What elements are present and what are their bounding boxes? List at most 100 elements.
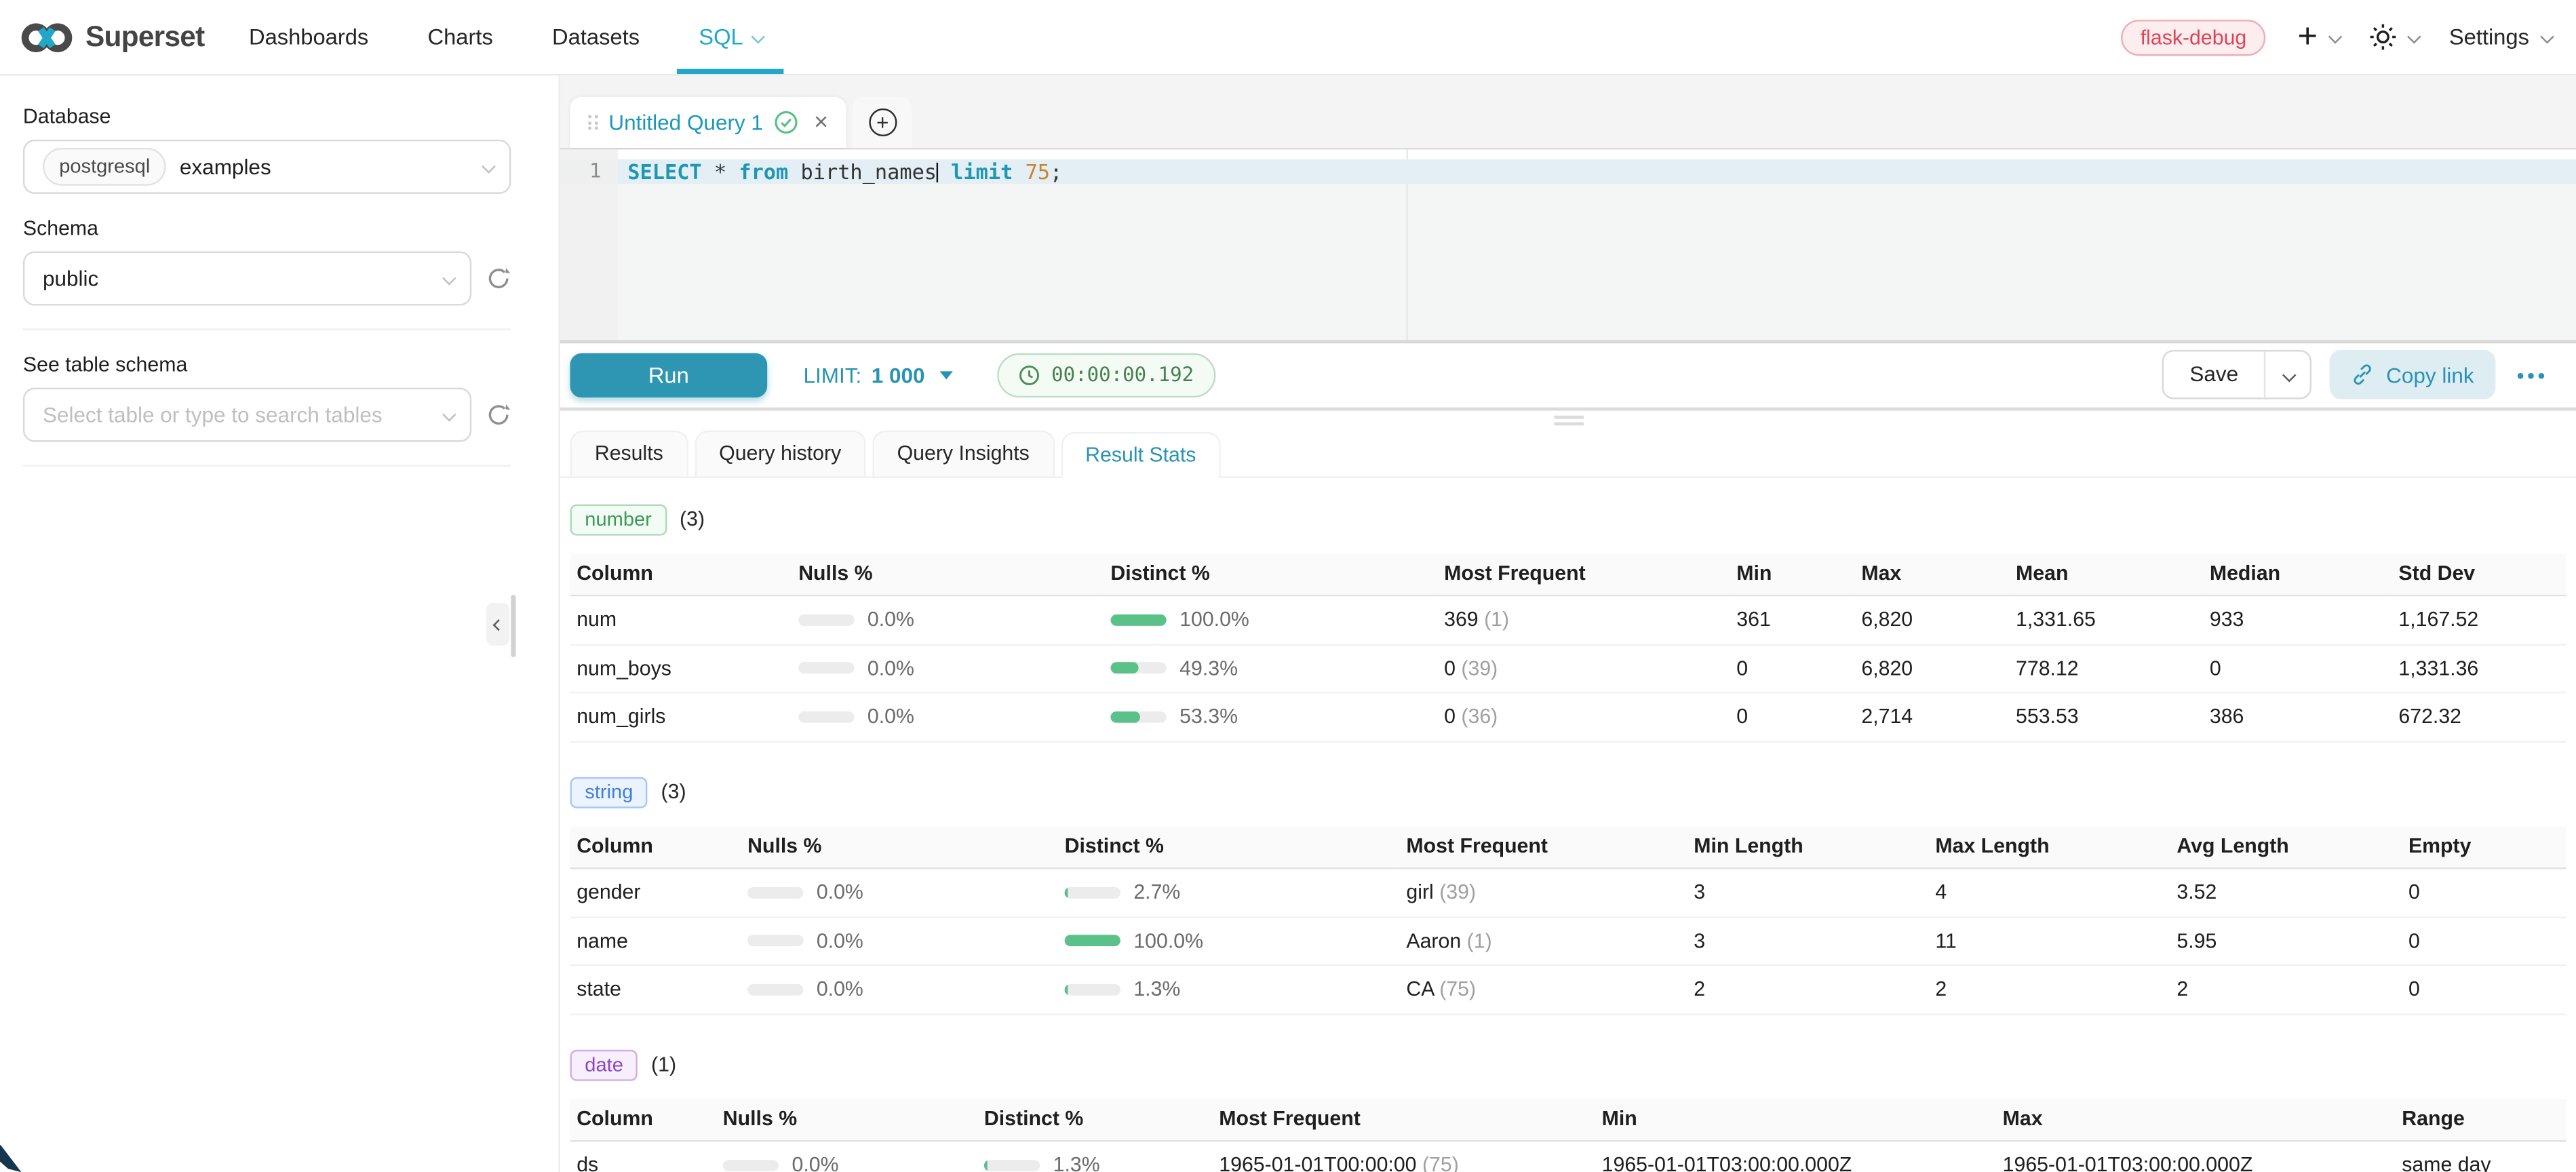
editor-toolbar: Run LIMIT: 1 000 00:00:00.192 [560, 343, 2576, 410]
settings-menu[interactable]: Settings [2449, 24, 2550, 49]
stats-table-string: ColumnNulls % Distinct %Most Frequent Mi… [570, 825, 2567, 1015]
table-row: num_boys 0.0% 49.3% 0 (39) 06,820 778.12… [570, 644, 2567, 692]
type-badge-string[interactable]: string [570, 776, 648, 807]
drag-handle-icon[interactable] [588, 115, 597, 130]
sidebar-divider [23, 465, 511, 466]
nulls-bar [747, 983, 803, 995]
save-options-button[interactable] [2265, 352, 2311, 398]
tab-query-history[interactable]: Query history [695, 429, 866, 475]
clock-icon [1019, 364, 1040, 385]
nulls-bar [798, 614, 854, 625]
chevron-down-icon [2540, 29, 2553, 42]
stats-table-number: ColumnNulls % Distinct %Most Frequent Mi… [570, 553, 2567, 742]
table-row: state 0.0% 1.3% CA (75) 22 20 [570, 965, 2567, 1013]
column-count: (3) [661, 781, 686, 804]
table-select[interactable]: Select table or type to search tables [23, 388, 471, 442]
line-number: 1 [560, 159, 618, 184]
database-select[interactable]: postgresql examples [23, 140, 511, 194]
close-tab-icon[interactable]: × [814, 113, 828, 132]
run-button[interactable]: Run [570, 353, 768, 397]
query-success-check-icon [775, 110, 799, 134]
sql-editor-main: Untitled Query 1 × + [560, 75, 2576, 1172]
refresh-tables-icon[interactable] [486, 402, 511, 427]
column-count: (3) [680, 507, 705, 530]
brand[interactable]: Superset [21, 19, 204, 55]
chevron-down-icon [442, 407, 455, 420]
superset-logo-icon [21, 19, 72, 55]
chevron-down-icon [2328, 29, 2341, 42]
chevron-down-icon [2408, 29, 2421, 42]
table-row: name 0.0% 100.0% Aaron (1) 311 5.950 [570, 917, 2567, 965]
nulls-bar [798, 711, 854, 722]
copy-link-button[interactable]: Copy link [2330, 351, 2495, 400]
table-row: ds 0.0% 1.3% 1965-01-01T00:00:00 (75) 19… [570, 1141, 2567, 1172]
save-button[interactable]: Save [2164, 352, 2265, 398]
sun-icon [2369, 23, 2397, 51]
sidebar-divider [23, 328, 511, 330]
sidebar-scrollbar[interactable] [511, 595, 515, 657]
body: Database postgresql examples Schema publ… [0, 75, 2576, 1172]
table-row: num 0.0% 100.0% 369 (1) 3616,820 1,331.6… [570, 595, 2567, 644]
table-schema-label: See table schema [23, 353, 511, 376]
nav-item-charts[interactable]: Charts [427, 0, 492, 74]
tab-results[interactable]: Results [570, 429, 688, 475]
sql-code-editor[interactable]: 1 SELECT * from birth_names limit 75; [560, 149, 2576, 343]
save-split-button: Save [2162, 351, 2312, 400]
nav-item-dashboards[interactable]: Dashboards [249, 0, 368, 74]
database-engine-tag: postgresql [43, 148, 167, 186]
plus-icon: + [2297, 22, 2318, 52]
environment-badge: flask-debug [2121, 19, 2267, 55]
query-tab[interactable]: Untitled Query 1 × [570, 97, 846, 148]
section-header-number: number (3) [570, 503, 2567, 534]
distinct-bar [1065, 886, 1120, 898]
type-badge-number[interactable]: number [570, 503, 667, 534]
limit-dropdown[interactable]: LIMIT: 1 000 [803, 363, 952, 387]
distinct-bar [1065, 935, 1120, 947]
distinct-bar [984, 1159, 1040, 1171]
table-header-row: ColumnNulls % Distinct %Most Frequent Mi… [570, 825, 2567, 868]
more-actions-button[interactable]: ••• [2514, 363, 2552, 387]
nulls-bar [747, 935, 803, 947]
schema-label: Schema [23, 217, 511, 240]
nav-item-sql[interactable]: SQL [699, 0, 762, 74]
pane-resize-handle[interactable] [1553, 415, 1583, 428]
query-tab-title: Untitled Query 1 [608, 110, 763, 134]
nulls-bar [747, 886, 803, 898]
plus-circle-icon: + [869, 109, 897, 136]
link-icon [2351, 364, 2375, 387]
query-tab-bar: Untitled Query 1 × + [560, 75, 2576, 149]
tab-result-stats[interactable]: Result Stats [1061, 431, 1221, 477]
superset-sql-lab: Superset Dashboards Charts Datasets SQL … [0, 0, 2576, 1172]
section-header-string: string (3) [570, 776, 2567, 807]
main-nav: Dashboards Charts Datasets SQL [249, 0, 762, 74]
sql-code-line: SELECT * from birth_names limit 75; [627, 159, 1062, 184]
section-header-date: date (1) [570, 1049, 2567, 1080]
table-header-row: ColumnNulls % Distinct %Most Frequent Mi… [570, 1098, 2567, 1141]
theme-menu[interactable] [2369, 23, 2417, 51]
chevron-down-icon [752, 29, 765, 42]
distinct-bar [1065, 983, 1120, 995]
table-row: gender 0.0% 2.7% girl (39) 34 3.520 [570, 868, 2567, 916]
nav-item-datasets[interactable]: Datasets [552, 0, 640, 74]
results-tab-bar: Results Query history Query Insights Res… [560, 429, 2576, 477]
toolbar-right: Save Copy link ••• [2162, 351, 2551, 400]
distinct-bar [1110, 711, 1166, 722]
nulls-bar [723, 1159, 779, 1171]
chevron-left-icon [492, 619, 503, 630]
refresh-schemas-icon[interactable] [486, 266, 511, 290]
add-query-tab-button[interactable]: + [853, 97, 912, 148]
collapse-sidebar-button[interactable] [486, 603, 509, 646]
distinct-bar [1110, 663, 1166, 674]
caret-down-icon [939, 371, 952, 379]
new-item-menu[interactable]: + [2297, 22, 2338, 52]
schema-select[interactable]: public [23, 252, 471, 306]
chevron-down-icon [2283, 368, 2296, 380]
tab-query-insights[interactable]: Query Insights [872, 429, 1054, 475]
chevron-down-icon [482, 159, 494, 172]
sql-editor-sidebar: Database postgresql examples Schema publ… [0, 75, 560, 1172]
results-pane: Results Query history Query Insights Res… [560, 410, 2576, 1172]
nulls-bar [798, 663, 854, 674]
navbar: Superset Dashboards Charts Datasets SQL … [0, 0, 2576, 75]
type-badge-date[interactable]: date [570, 1049, 638, 1080]
brand-name: Superset [85, 20, 205, 54]
